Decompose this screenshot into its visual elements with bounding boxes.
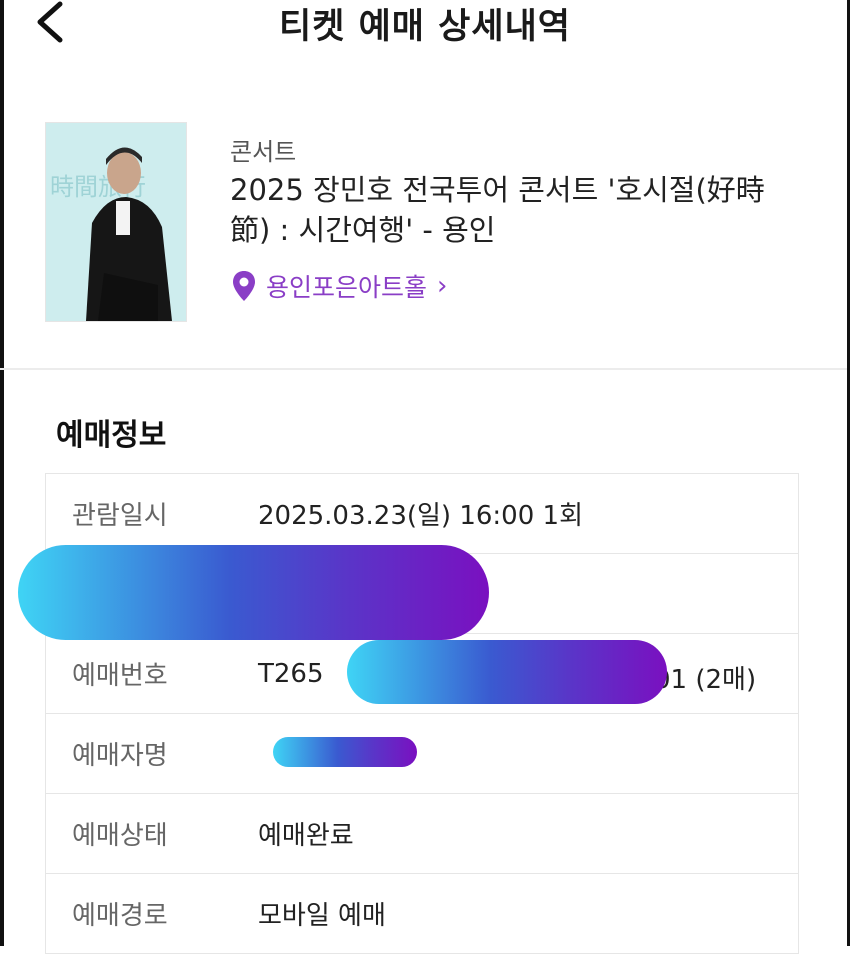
table-row-booker-name: 예매자명 xyxy=(46,714,798,794)
row-value: 모바일 예매 xyxy=(258,901,386,931)
redaction-overlay xyxy=(347,640,667,704)
divider xyxy=(0,368,847,370)
location-pin-icon xyxy=(233,271,255,301)
row-label: 관람일시 xyxy=(72,501,168,531)
chevron-right-icon: › xyxy=(437,271,448,301)
venue-link[interactable]: 용인포은아트홀 › xyxy=(230,268,447,304)
booking-number-suffix: 01 (2매) xyxy=(654,664,757,695)
booking-number-prefix: T265 xyxy=(258,658,324,689)
row-label: 예매번호 xyxy=(72,661,168,691)
row-label: 예매경로 xyxy=(72,901,168,931)
ticket-detail-page: 티켓 예매 상세내역 時間旅行 콘서트 2025 장민호 전국투어 콘서트 '호… xyxy=(0,0,850,954)
row-label: 예매자명 xyxy=(72,741,168,771)
section-title-booking-info: 예매정보 xyxy=(56,418,167,453)
concert-poster-image[interactable]: 時間旅行 xyxy=(45,122,187,322)
venue-name: 용인포은아트홀 xyxy=(266,273,428,302)
screen-edge-left xyxy=(0,0,4,946)
row-value: 예매완료 xyxy=(258,821,354,851)
table-row-viewing-datetime: 관람일시 2025.03.23(일) 16:00 1회 xyxy=(46,474,798,554)
redaction-overlay xyxy=(273,737,417,767)
table-row-booking-status: 예매상태 예매완료 xyxy=(46,794,798,874)
redaction-overlay xyxy=(18,545,489,640)
page-title: 티켓 예매 상세내역 xyxy=(279,7,571,47)
row-value: 2025.03.23(일) 16:00 1회 xyxy=(258,501,583,531)
category-label: 콘서트 xyxy=(230,138,297,166)
concert-title: 2025 장민호 전국투어 콘서트 '호시절(好時節) : 시간여행' - 용인 xyxy=(230,173,765,247)
row-label: 예매상태 xyxy=(72,821,168,851)
table-row-booking-channel: 예매경로 모바일 예매 xyxy=(46,874,798,954)
